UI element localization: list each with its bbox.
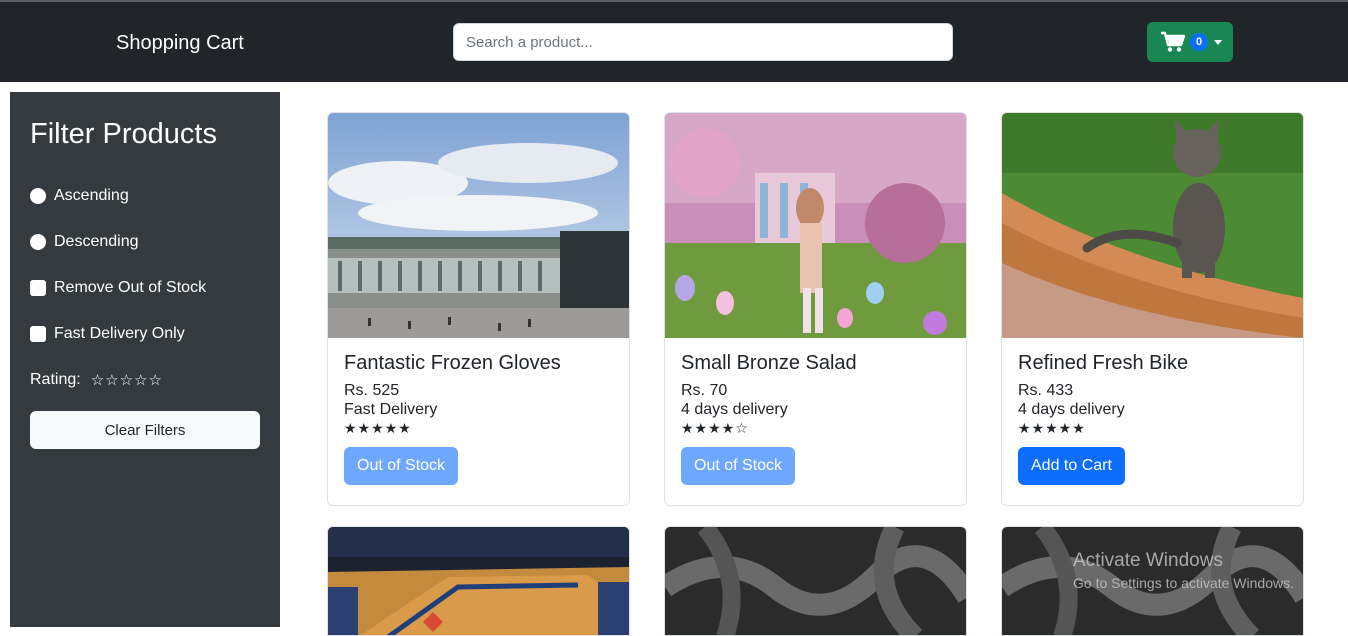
product-title: Fantastic Frozen Gloves (344, 352, 561, 374)
watermark-subtitle: Go to Settings to activate Windows. (1073, 575, 1294, 591)
filter-option-ascending[interactable]: Ascending (30, 173, 260, 219)
product-title: Small Bronze Salad (681, 352, 857, 374)
cart-dropdown-button[interactable]: 0 (1147, 22, 1233, 62)
add-to-cart-button[interactable]: Add to Cart (1018, 447, 1125, 485)
product-delivery: 4 days delivery (681, 401, 788, 418)
out-of-stock-checkbox[interactable] (30, 280, 46, 296)
rating-filter: Rating: ☆☆☆☆☆ (30, 357, 260, 403)
product-delivery: Fast Delivery (344, 401, 438, 418)
navbar: Shopping Cart 0 (0, 2, 1348, 82)
product-rating-stars: ★★★★☆ (681, 421, 749, 437)
product-title: Refined Fresh Bike (1018, 352, 1189, 374)
fast-delivery-label: Fast Delivery Only (54, 325, 185, 342)
product-price: Rs. 433 (1018, 382, 1074, 399)
product-card: Small Bronze Salad Rs. 70 4 days deliver… (664, 112, 967, 506)
product-rating-stars: ★★★★★ (344, 421, 412, 437)
filter-title: Filter Products (30, 118, 217, 150)
ascending-radio[interactable] (30, 188, 46, 204)
product-delivery: 4 days delivery (1018, 401, 1125, 418)
out-of-stock-button: Out of Stock (344, 447, 459, 485)
watermark-title: Activate Windows (1073, 550, 1223, 571)
product-card: Refined Fresh Bike Rs. 433 4 days delive… (1001, 112, 1304, 506)
product-image-court (328, 527, 629, 635)
clear-filters-button[interactable]: Clear Filters (30, 411, 260, 449)
out-of-stock-button: Out of Stock (681, 447, 796, 485)
product-price: Rs. 525 (344, 382, 400, 399)
filter-option-fast-delivery[interactable]: Fast Delivery Only (30, 311, 260, 357)
filter-option-out-of-stock[interactable]: Remove Out of Stock (30, 265, 260, 311)
search-input[interactable] (453, 23, 953, 61)
product-image-garden (665, 113, 966, 338)
fast-delivery-checkbox[interactable] (30, 326, 46, 342)
filter-option-descending[interactable]: Descending (30, 219, 260, 265)
product-card: Fantastic Frozen Gloves Rs. 525 Fast Del… (327, 112, 630, 506)
out-of-stock-label: Remove Out of Stock (54, 279, 207, 296)
rating-stars-input[interactable]: ☆☆☆☆☆ (91, 371, 163, 389)
descending-radio[interactable] (30, 234, 46, 250)
product-image-cat (1002, 113, 1303, 338)
product-image-station (328, 113, 629, 338)
product-card (327, 526, 630, 636)
filter-sidebar: Filter Products Ascending Descending Rem… (10, 92, 280, 627)
brand-title[interactable]: Shopping Cart (116, 32, 244, 55)
product-price: Rs. 70 (681, 382, 728, 399)
product-card (664, 526, 967, 636)
product-image-roots (665, 527, 966, 635)
cart-count-badge: 0 (1190, 33, 1208, 51)
windows-activation-watermark: Activate Windows Go to Settings to activ… (1073, 550, 1294, 591)
rating-label: Rating: (30, 371, 81, 388)
descending-label: Descending (54, 233, 139, 250)
cart-icon (1160, 31, 1186, 53)
product-rating-stars: ★★★★★ (1018, 421, 1086, 437)
chevron-down-icon (1214, 39, 1222, 45)
ascending-label: Ascending (54, 187, 129, 204)
